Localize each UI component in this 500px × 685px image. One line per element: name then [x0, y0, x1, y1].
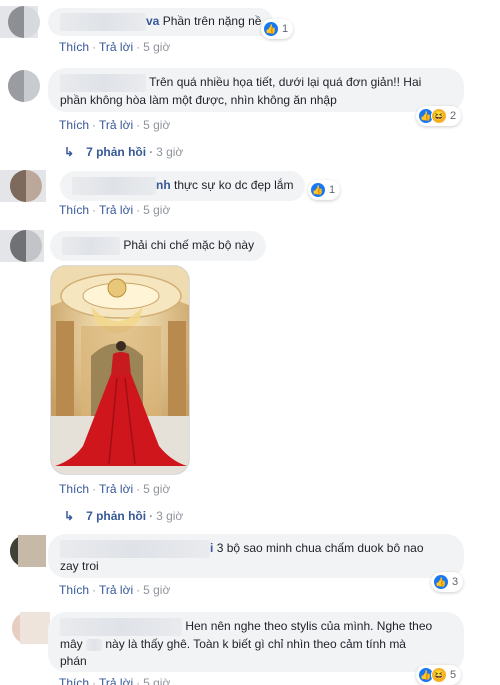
comment-bubble: nh thực sự ko dc đẹp lắm — [60, 171, 306, 201]
comment-time[interactable]: 5 giờ — [143, 118, 170, 132]
comment-text-line2b: này là thấy ghê. Toàn k biết gì chỉ nhìn… — [102, 637, 406, 651]
comment-text-line2: zay troi — [60, 559, 99, 573]
reaction-count[interactable]: 👍 😆 5 — [416, 665, 462, 685]
avatar-placeholder — [20, 612, 50, 644]
comment-text-line2: phần không hòa làm một được, nhìn không … — [60, 93, 337, 107]
like-icon: 👍 — [433, 574, 449, 590]
reply-arrow-icon: ↳ — [64, 509, 75, 523]
comment-actions: Thích · Trả lời · 5 giờ — [59, 583, 171, 597]
avatar[interactable] — [8, 6, 40, 38]
author-name[interactable]: nh — [156, 178, 171, 192]
comment-text-line1: 3 bộ sao minh chua chấm duok bô nao — [216, 541, 424, 556]
like-icon: 👍 — [310, 182, 326, 198]
comment-actions: Thích · Trả lời · 5 giờ — [59, 676, 170, 685]
comment-text-line3: phán — [60, 654, 87, 668]
reaction-count[interactable]: 👍 1 — [308, 180, 341, 200]
comment-text-line1: Trên quá nhiều họa tiết, dưới lại quá đơ… — [149, 75, 422, 90]
comment-bubble: Hen nên nghe theo stylis của mình. Nghe … — [48, 612, 464, 672]
avatar[interactable] — [8, 70, 40, 102]
comment-time[interactable]: 5 giờ — [143, 482, 170, 496]
like-button[interactable]: Thích — [59, 583, 89, 597]
comment-time[interactable]: 5 giờ — [143, 583, 170, 597]
comment-text-line1: Hen nên nghe theo stylis của mình. Nghe … — [185, 619, 433, 634]
gown-photo-image — [51, 266, 189, 474]
haha-icon: 😆 — [431, 667, 447, 683]
reply-button[interactable]: Trả lời — [99, 676, 133, 685]
reply-button[interactable]: Trả lời — [99, 203, 133, 217]
reply-button[interactable]: Trả lời — [99, 583, 133, 597]
avatar[interactable] — [10, 230, 42, 262]
like-icon: 👍 — [263, 21, 279, 37]
author-name[interactable]: i — [210, 541, 213, 555]
like-button[interactable]: Thích — [59, 203, 89, 217]
like-button[interactable]: Thích — [59, 40, 89, 54]
comment-actions: Thích · Trả lời · 5 giờ — [59, 40, 171, 54]
reaction-count[interactable]: 👍 1 — [261, 19, 294, 39]
like-button[interactable]: Thích — [59, 482, 89, 496]
reply-button[interactable]: Trả lời — [99, 118, 133, 132]
like-button[interactable]: Thích — [59, 676, 89, 685]
attached-photo[interactable] — [50, 265, 190, 475]
comment-bubble: i 3 bộ sao minh chua chấm duok bô nao za… — [48, 534, 464, 578]
author-name[interactable]: va — [146, 14, 159, 28]
comment-text: Phải chi chế mặc bộ này — [123, 238, 255, 253]
comment-text-line2a: mây — [60, 637, 87, 651]
comment-actions: Thích · Trả lời · 5 giờ — [59, 203, 171, 217]
reply-arrow-icon: ↳ — [64, 145, 75, 159]
comment-actions: Thích · Trả lời · 5 giờ — [59, 482, 171, 496]
comment-text: thực sự ko dc đẹp lắm — [174, 178, 294, 193]
comment-actions: Thích · Trả lời · 5 giờ — [59, 118, 171, 132]
comment-bubble: va Phần trên nặng nề — [48, 8, 274, 36]
haha-icon: 😆 — [431, 108, 447, 124]
comment-bubble: Phải chi chế mặc bộ này — [50, 231, 267, 261]
view-replies[interactable]: ↳ 7 phản hồi · 3 giờ — [64, 509, 183, 523]
reply-button[interactable]: Trả lời — [99, 482, 133, 496]
comment-time[interactable]: 5 giờ — [143, 203, 170, 217]
like-button[interactable]: Thích — [59, 118, 89, 132]
avatar[interactable] — [10, 170, 42, 202]
comment-bubble: Trên quá nhiều họa tiết, dưới lại quá đơ… — [48, 68, 464, 112]
comment-text: Phần trên nặng nề — [162, 14, 262, 29]
view-replies[interactable]: ↳ 7 phản hồi · 3 giờ — [64, 145, 183, 159]
reaction-count[interactable]: 👍 😆 2 — [416, 106, 462, 126]
reaction-count[interactable]: 👍 3 — [431, 572, 464, 592]
comment-time[interactable]: 5 giờ — [143, 676, 170, 685]
comment-time[interactable]: 5 giờ — [143, 40, 170, 54]
reply-button[interactable]: Trả lời — [99, 40, 133, 54]
avatar-placeholder — [18, 535, 46, 567]
